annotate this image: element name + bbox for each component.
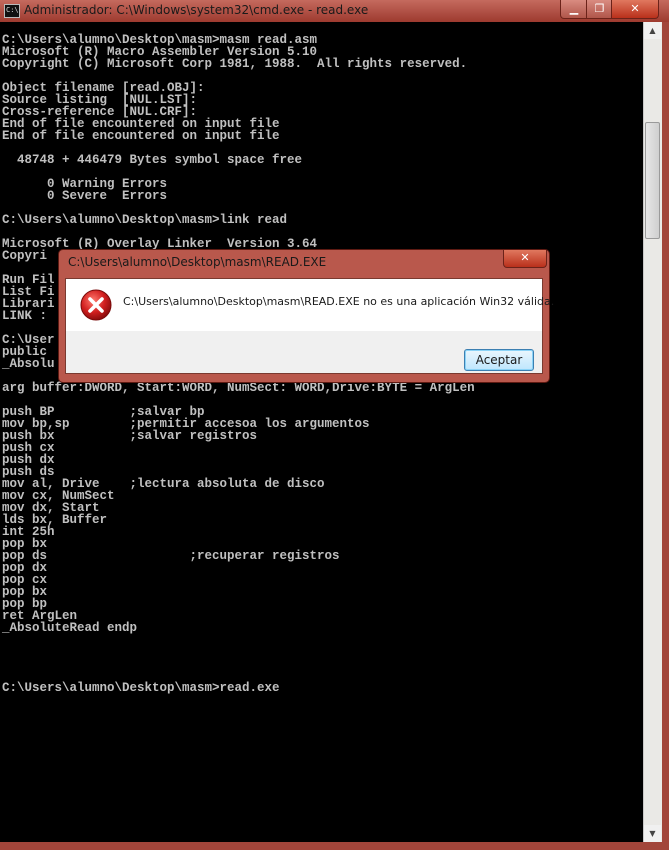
- minimize-icon: ▁: [569, 2, 579, 15]
- close-button[interactable]: ✕: [611, 0, 659, 19]
- ok-button[interactable]: Aceptar: [464, 349, 534, 371]
- scroll-up-button[interactable]: ▲: [644, 22, 661, 39]
- dialog-title: C:\Users\alumno\Desktop\masm\READ.EXE: [68, 255, 327, 269]
- cmd-app-icon: C:\: [4, 4, 20, 18]
- scrollbar-thumb[interactable]: [645, 122, 660, 239]
- minimize-button[interactable]: ▁: [560, 0, 588, 19]
- vertical-scrollbar[interactable]: ▲ ▼: [643, 22, 662, 842]
- error-icon: [80, 289, 112, 321]
- maximize-button[interactable]: ❐: [586, 0, 613, 19]
- scroll-down-button[interactable]: ▼: [644, 825, 661, 842]
- window-bottom-border: [0, 842, 669, 850]
- console-output[interactable]: C:\Users\alumno\Desktop\masm>masm read.a…: [0, 22, 643, 842]
- maximize-icon: ❐: [594, 2, 605, 15]
- close-icon: ✕: [630, 2, 640, 15]
- cmd-window: C:\ Administrador: C:\Windows\system32\c…: [0, 0, 669, 850]
- close-icon: ✕: [520, 251, 530, 264]
- dialog-message-area: C:\Users\alumno\Desktop\masm\READ.EXE no…: [66, 279, 554, 331]
- dialog-close-button[interactable]: ✕: [503, 250, 547, 268]
- dialog-body: C:\Users\alumno\Desktop\masm\READ.EXE no…: [65, 278, 554, 374]
- dialog-message: C:\Users\alumno\Desktop\masm\READ.EXE no…: [123, 295, 555, 308]
- arrow-up-icon: ▲: [649, 26, 656, 35]
- dialog-titlebar[interactable]: C:\Users\alumno\Desktop\masm\READ.EXE ✕: [59, 250, 549, 274]
- window-titlebar[interactable]: C:\ Administrador: C:\Windows\system32\c…: [0, 0, 669, 22]
- error-dialog: C:\Users\alumno\Desktop\masm\READ.EXE ✕ …: [58, 249, 554, 383]
- cmd-icon-label: C:\: [6, 6, 19, 14]
- window-title: Administrador: C:\Windows\system32\cmd.e…: [24, 3, 369, 17]
- arrow-down-icon: ▼: [649, 829, 656, 838]
